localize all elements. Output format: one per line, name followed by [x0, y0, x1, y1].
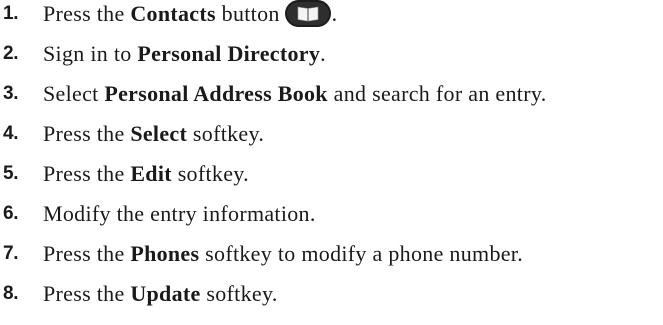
step-text-before: Modify the entry information. — [43, 201, 316, 226]
step-text-before: Press the — [43, 241, 131, 266]
step-text-after: softkey to modify a phone number. — [199, 241, 524, 266]
step-text-before: Press the — [43, 161, 131, 186]
step-text-before: Sign in to — [43, 41, 138, 66]
step-text-before: Press the — [43, 281, 131, 306]
step-text-after: . — [320, 41, 326, 66]
step-7: 7. Press the Phones softkey to modify a … — [0, 240, 663, 274]
step-text-after: and search for an entry. — [327, 81, 547, 106]
step-text-after: softkey. — [187, 121, 265, 146]
step-number: 8. — [3, 283, 19, 304]
step-text-after: softkey. — [200, 281, 278, 306]
step-text-after: softkey. — [171, 161, 249, 186]
step-text-before: Press the — [43, 1, 131, 26]
step-number: 4. — [3, 123, 19, 144]
step-number: 6. — [3, 203, 19, 224]
step-8: 8. Press the Update softkey. — [0, 280, 663, 314]
step-number: 7. — [3, 243, 19, 264]
step-text-before: Press the — [43, 121, 131, 146]
step-keyword: Contacts — [130, 1, 216, 26]
step-text: Press the Select softkey. — [43, 121, 264, 147]
step-keyword: Phones — [130, 241, 200, 266]
step-number: 2. — [3, 43, 19, 64]
step-number: 3. — [3, 83, 19, 104]
step-keyword: Select — [130, 121, 188, 146]
step-keyword: Personal Directory — [137, 41, 321, 66]
step-text: Press the Phones softkey to modify a pho… — [43, 241, 523, 267]
step-text-before: Select — [43, 81, 105, 106]
step-text-after: button — [215, 1, 280, 26]
step-text: Select Personal Address Book and search … — [43, 81, 547, 107]
step-2: 2. Sign in to Personal Directory. — [0, 40, 663, 74]
step-6: 6. Modify the entry information. — [0, 200, 663, 234]
step-text: Press the Contacts button . — [43, 0, 338, 28]
step-keyword: Update — [130, 281, 201, 306]
step-keyword: Personal Address Book — [104, 81, 328, 106]
step-3: 3. Select Personal Address Book and sear… — [0, 80, 663, 114]
step-trailing: . — [331, 1, 338, 26]
contacts-book-icon — [284, 0, 331, 28]
step-keyword: Edit — [130, 161, 172, 186]
step-number: 5. — [3, 163, 19, 184]
step-text: Press the Edit softkey. — [43, 161, 249, 187]
step-1: 1. Press the Contacts button . — [0, 0, 663, 34]
step-4: 4. Press the Select softkey. — [0, 120, 663, 154]
step-text: Press the Update softkey. — [43, 281, 278, 307]
step-text: Sign in to Personal Directory. — [43, 41, 326, 67]
step-text: Modify the entry information. — [43, 201, 316, 227]
step-number: 1. — [3, 3, 19, 24]
step-5: 5. Press the Edit softkey. — [0, 160, 663, 194]
